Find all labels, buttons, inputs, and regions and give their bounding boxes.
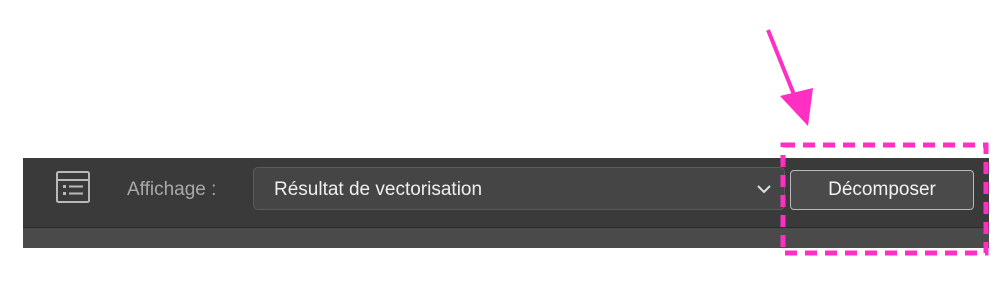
annotation-arrowhead — [780, 88, 813, 126]
toolbar-lower-strip — [23, 228, 989, 248]
view-select[interactable]: Résultat de vectorisation — [253, 167, 785, 210]
chevron-down-icon — [756, 182, 772, 196]
decompose-button[interactable]: Décomposer — [790, 170, 974, 210]
panel-list-icon[interactable] — [55, 170, 91, 204]
vectorize-toolbar: Affichage : Résultat de vectorisation Dé… — [23, 158, 989, 248]
annotation-arrow-line — [766, 29, 801, 108]
view-label: Affichage : — [127, 179, 217, 200]
view-select-value: Résultat de vectorisation — [274, 179, 483, 200]
